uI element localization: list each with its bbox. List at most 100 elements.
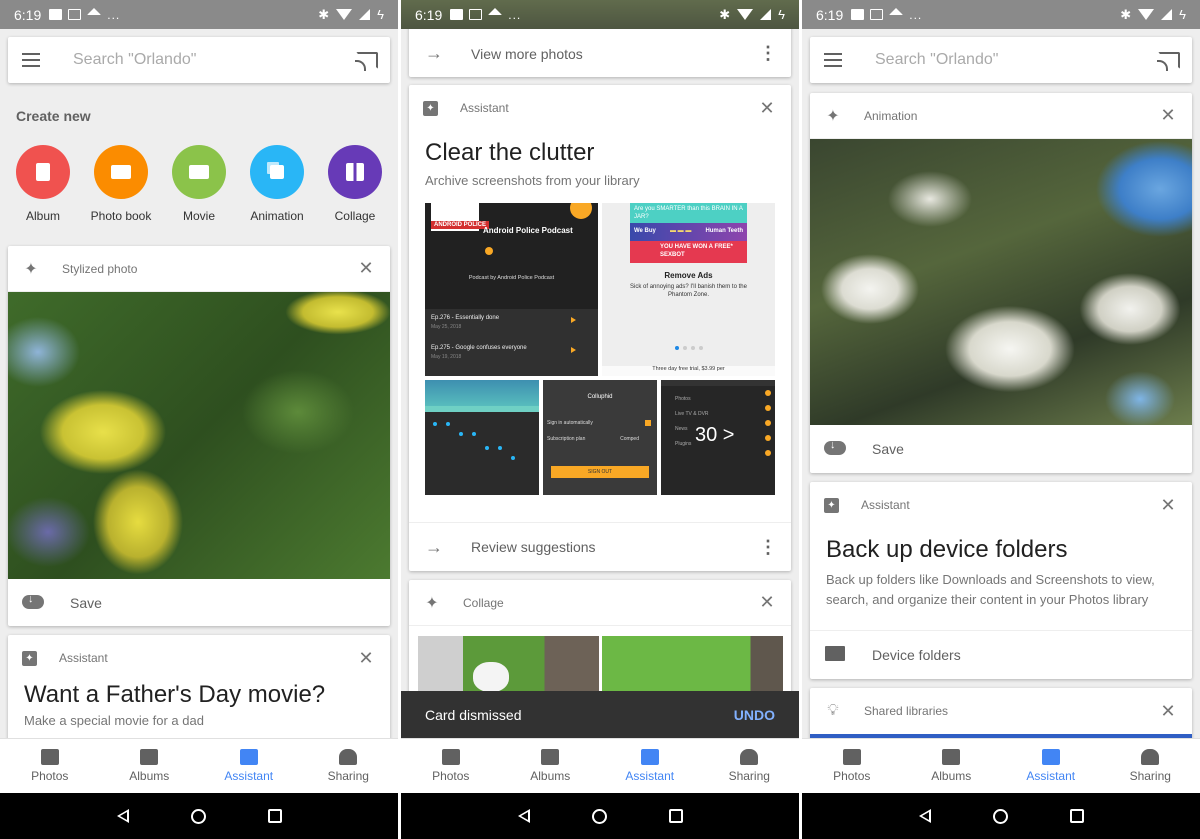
search-bar[interactable]: Search "Orlando" [8, 37, 390, 83]
create-photo-book-button[interactable]: Photo book [85, 145, 157, 223]
card-title: Collage [463, 595, 504, 610]
bluetooth-icon: ✱ [719, 6, 731, 22]
nav-sharing[interactable]: Sharing [709, 749, 789, 783]
home-icon [87, 8, 102, 15]
close-icon[interactable]: ✕ [1158, 495, 1178, 516]
tv-item: Live TV & DVR [675, 411, 709, 417]
charging-icon: ϟ [778, 7, 785, 22]
screenshot-thumbnail[interactable]: Are you SMARTER than this BRAIN IN A JAR… [602, 203, 775, 376]
status-time: 6:19 [415, 6, 443, 23]
nav-label: Assistant [224, 769, 274, 783]
bluetooth-icon: ✱ [318, 6, 330, 22]
signal-icon [359, 9, 371, 20]
recents-icon[interactable] [267, 809, 282, 823]
episode-date: May 19, 2018 [431, 354, 462, 360]
nav-albums[interactable]: Albums [911, 749, 991, 783]
close-icon[interactable]: ✕ [1158, 105, 1178, 126]
screenshot-thumbnail[interactable]: Photos Live TV & DVR News Plugins 30 > [661, 380, 775, 495]
nav-sharing[interactable]: Sharing [308, 749, 388, 783]
more-vert-icon[interactable]: ⋮ [759, 43, 777, 64]
screenshot-collage: 6:19 ... ✱ ϟ Search "Orlando" Create new [0, 0, 1200, 839]
review-suggestions-button[interactable]: → Review suggestions ⋮ [409, 523, 791, 571]
assistant-card: ✦ Assistant ✕ Want a Father's Day movie?… [8, 635, 390, 755]
search-bar[interactable]: Search "Orlando" [810, 37, 1192, 83]
review-suggestions-label: Review suggestions [471, 539, 596, 555]
menu-icon[interactable] [824, 53, 842, 67]
nav-albums[interactable]: Albums [109, 749, 189, 783]
back-icon[interactable] [517, 809, 530, 823]
ads-heading: Remove Ads [664, 271, 713, 280]
nav-label: Sharing [728, 769, 770, 783]
close-icon[interactable]: ✕ [757, 592, 777, 613]
close-icon[interactable]: ✕ [1158, 701, 1178, 722]
nav-photos[interactable]: Photos [411, 749, 491, 783]
close-icon[interactable]: ✕ [356, 648, 376, 669]
cast-icon[interactable] [355, 51, 378, 71]
overflow-indicator: ... [508, 7, 522, 22]
ads-body: Sick of annoying ads? I'll banish them t… [630, 284, 747, 298]
message-icon [851, 9, 865, 20]
card-title: Back up device folders [826, 536, 1068, 563]
save-button[interactable]: Save [8, 579, 390, 626]
nav-sharing[interactable]: Sharing [1110, 749, 1190, 783]
create-album-button[interactable]: Album [7, 145, 79, 223]
bluetooth-icon: ✱ [1120, 6, 1132, 22]
animation-icon [250, 145, 304, 199]
create-animation-label: Animation [250, 209, 304, 223]
card-label: Assistant [59, 651, 108, 665]
home-button-icon[interactable] [992, 808, 1008, 824]
search-input[interactable]: Search "Orlando" [875, 51, 998, 69]
save-button[interactable]: Save [810, 425, 1192, 473]
nav-assistant[interactable]: Assistant [1011, 749, 1091, 783]
create-collage-button[interactable]: Collage [319, 145, 391, 223]
nav-albums[interactable]: Albums [510, 749, 590, 783]
cast-icon[interactable] [1157, 51, 1180, 71]
stylized-photo[interactable] [8, 292, 390, 579]
podcast-title: Android Police Podcast [483, 226, 573, 235]
screenshot-thumbnail[interactable]: Colluphid Sign in automatically Subscrip… [543, 380, 657, 495]
more-vert-icon[interactable]: ⋮ [759, 537, 777, 558]
create-movie-button[interactable]: Movie [163, 145, 235, 223]
nav-photos[interactable]: Photos [10, 749, 90, 783]
signal-icon [760, 9, 772, 20]
episode-date: May 25, 2018 [431, 324, 462, 330]
back-icon[interactable] [116, 809, 129, 823]
device-folders-label: Device folders [872, 647, 961, 663]
folder-icon [825, 645, 845, 661]
account-name: Colluphid [587, 394, 613, 400]
sign-out-button: SIGN OUT [551, 466, 649, 478]
card-icon [68, 9, 82, 20]
menu-icon[interactable] [22, 53, 40, 67]
card-title: Want a Father's Day movie? [24, 681, 326, 708]
screenshot-grid: ANDROID POLICE Android Police Podcast Po… [425, 203, 775, 495]
card-header: ✦ Assistant ✕ [810, 482, 1192, 528]
nav-photos[interactable]: Photos [812, 749, 892, 783]
status-bar: 6:19 ... ✱ ϟ [401, 0, 799, 29]
nav-assistant[interactable]: Assistant [209, 749, 289, 783]
recents-icon[interactable] [668, 809, 683, 823]
create-movie-label: Movie [182, 209, 215, 223]
device-folders-button[interactable]: Device folders [810, 631, 1192, 679]
back-icon[interactable] [918, 809, 931, 823]
home-button-icon[interactable] [591, 808, 607, 824]
home-button-icon[interactable] [190, 808, 206, 824]
screenshot-thumbnail[interactable]: ANDROID POLICE Android Police Podcast Po… [425, 203, 598, 376]
recents-icon[interactable] [1069, 809, 1084, 823]
search-input[interactable]: Search "Orlando" [73, 51, 196, 69]
tv-item: Photos [675, 396, 691, 402]
create-photo-book-label: Photo book [90, 209, 152, 223]
create-animation-button[interactable]: Animation [241, 145, 313, 223]
undo-button[interactable]: UNDO [734, 707, 775, 723]
card-header: ✦ Collage ✕ [409, 580, 791, 626]
episode-title: Ep.275 - Google confuses everyone [431, 345, 527, 351]
screenshot-thumbnail[interactable] [425, 380, 539, 495]
episode-title: Ep.276 - Essentially done [431, 315, 500, 321]
close-icon[interactable]: ✕ [356, 258, 376, 279]
view-more-photos-button[interactable]: → View more photos ⋮ [409, 30, 791, 77]
close-icon[interactable]: ✕ [757, 98, 777, 119]
plan-label: Subscription plan [547, 436, 586, 442]
status-time: 6:19 [816, 6, 844, 23]
animation-photo[interactable] [810, 139, 1192, 425]
nav-assistant[interactable]: Assistant [610, 749, 690, 783]
status-time: 6:19 [14, 6, 42, 23]
